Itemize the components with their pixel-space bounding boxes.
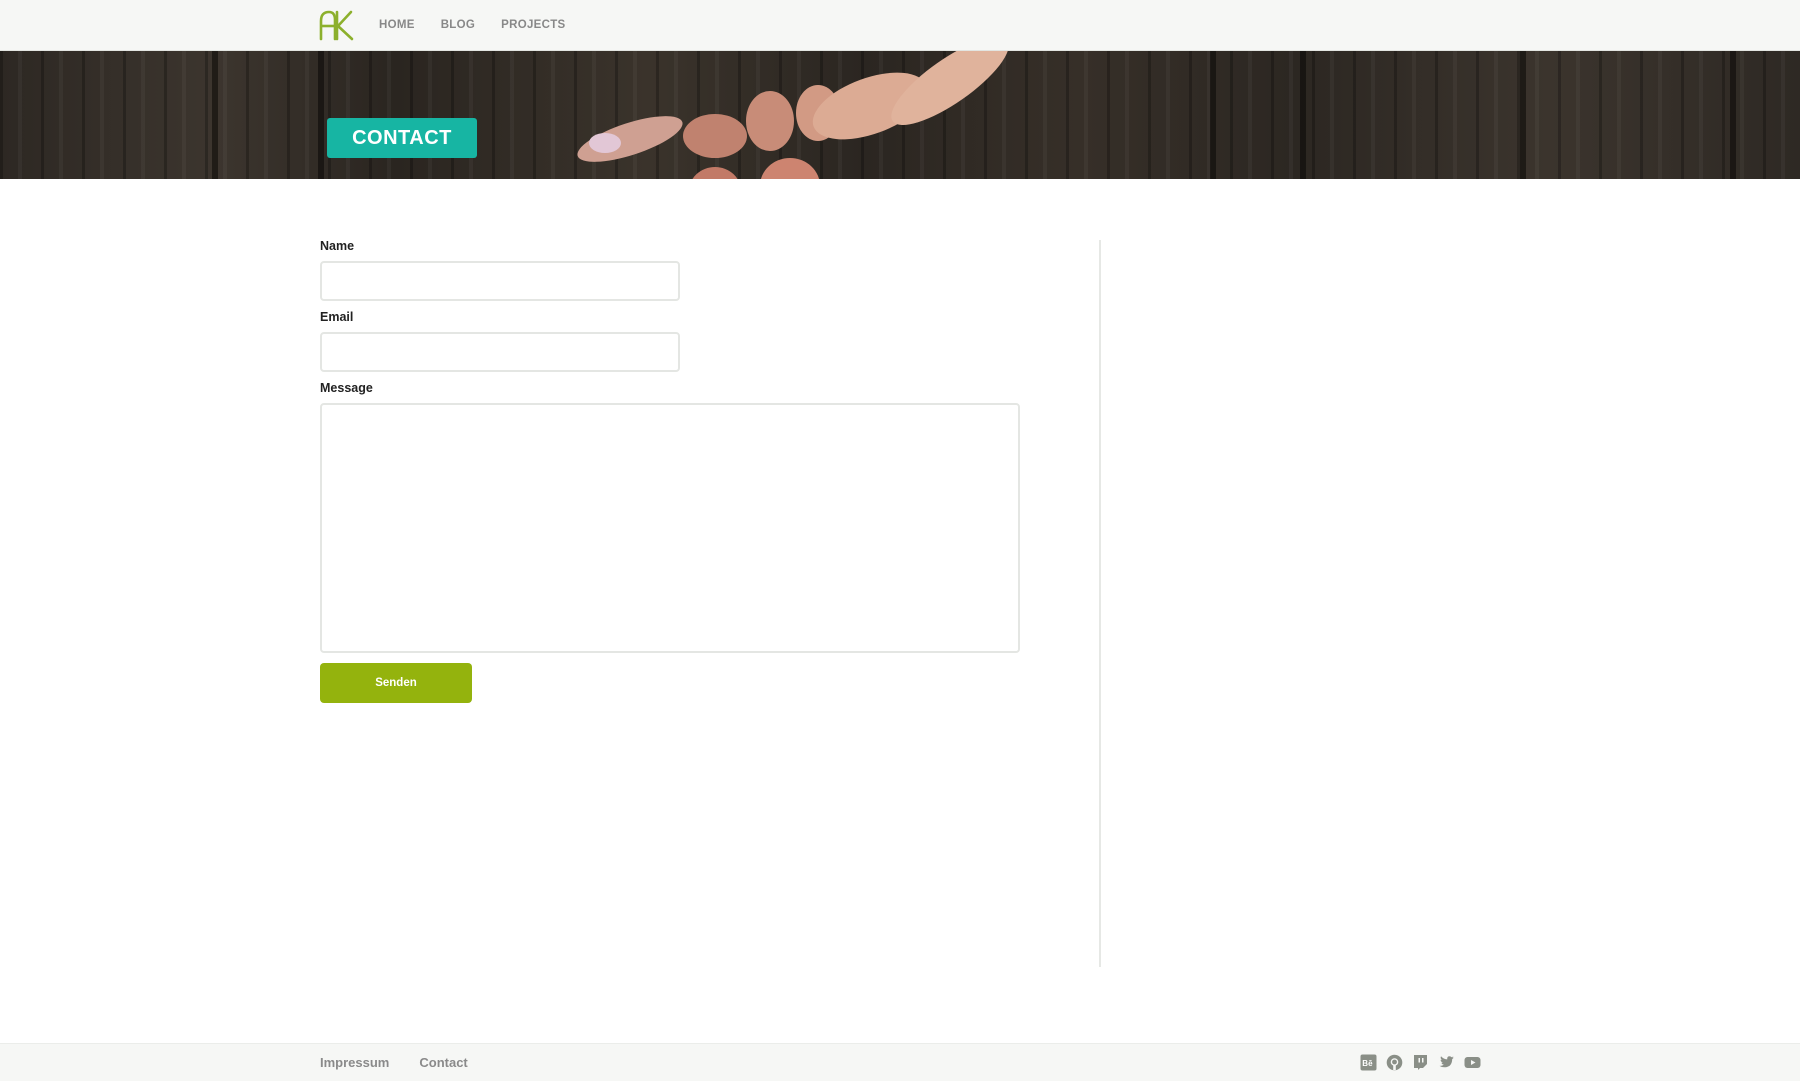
footer-links: Impressum Contact [320, 1044, 468, 1081]
email-field[interactable] [320, 332, 680, 372]
email-label: Email [320, 310, 354, 324]
twitch-icon[interactable] [1412, 1054, 1429, 1071]
hands-photo [577, 51, 1009, 179]
svg-text:Bē: Bē [1362, 1059, 1373, 1068]
main-nav: HOME BLOG PROJECTS [379, 0, 566, 50]
social-links: Bē [1360, 1054, 1481, 1071]
github-icon[interactable] [1386, 1054, 1403, 1071]
name-label: Name [320, 239, 355, 253]
behance-icon[interactable]: Bē [1360, 1054, 1377, 1071]
message-field[interactable] [320, 403, 1020, 653]
nav-home-link[interactable]: HOME [379, 19, 415, 31]
footer: Impressum Contact Bē [0, 1043, 1800, 1081]
message-label: Message [320, 381, 373, 395]
top-navigation-bar: HOME BLOG PROJECTS [0, 0, 1800, 51]
ak-logo[interactable] [318, 9, 354, 41]
nav-blog-link[interactable]: BLOG [441, 19, 475, 31]
footer-impressum-link[interactable]: Impressum [320, 1055, 389, 1070]
hero-banner [0, 51, 1800, 179]
footer-contact-link[interactable]: Contact [419, 1055, 467, 1070]
youtube-icon[interactable] [1464, 1054, 1481, 1071]
name-field[interactable] [320, 261, 680, 301]
page-title-badge: CONTACT [327, 118, 477, 158]
send-button[interactable]: Senden [320, 663, 472, 703]
column-divider [1099, 240, 1101, 967]
twitter-icon[interactable] [1438, 1054, 1455, 1071]
nav-projects-link[interactable]: PROJECTS [501, 19, 565, 31]
